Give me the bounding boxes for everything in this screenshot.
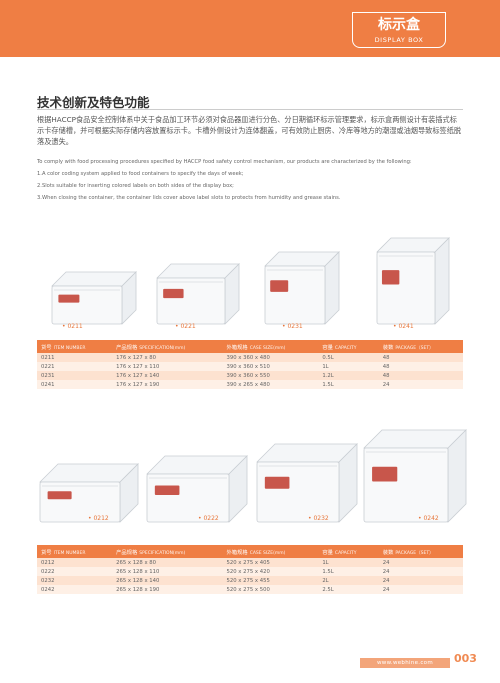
table-cell: 24 xyxy=(378,380,463,389)
spec-table-1: 货号 ITEM NUMBER 产品规格 SPECIFICATION(mm) 外箱规格 CA… xyxy=(37,340,463,389)
table-cell: 2.5L xyxy=(318,585,379,594)
intro-english-line: 1.A color coding system applied to food … xyxy=(37,171,244,177)
table-cell: 176 x 127 x 110 xyxy=(112,362,223,371)
category-badge: 标示盒 DISPLAY BOX xyxy=(352,12,446,48)
table-cell: 176 x 127 x 190 xyxy=(112,380,223,389)
table-row: 0231 176 x 127 x 140 390 x 360 x 550 1.2L 48 xyxy=(37,371,463,380)
badge-title-en: DISPLAY BOX xyxy=(374,36,424,44)
table-cell: 24 xyxy=(378,567,463,576)
table-cell: 0212 xyxy=(37,558,113,567)
product-code-label: • 0242 xyxy=(418,515,439,522)
table-row: 0221 176 x 127 x 110 390 x 360 x 510 1L 48 xyxy=(37,362,463,371)
table-cell: 24 xyxy=(378,576,463,585)
table-cell: 0.5L xyxy=(318,353,379,362)
container-image xyxy=(376,237,450,325)
table-row: 0241 176 x 127 x 190 390 x 265 x 480 1.5L 24 xyxy=(37,380,463,389)
table-cell: 520 x 275 x 455 xyxy=(222,576,319,585)
column-header: 装数 PACKAGE（SET） xyxy=(378,545,463,558)
table-cell: 0211 xyxy=(37,353,113,362)
column-header: 产品规格 SPECIFICATION(mm) xyxy=(112,340,223,353)
table-cell: 1L xyxy=(318,558,379,567)
table-cell: 265 x 128 x 110 xyxy=(112,567,223,576)
container-image xyxy=(264,251,340,325)
table-cell: 520 x 275 x 405 xyxy=(222,558,319,567)
table-header-row: 货号 ITEM NUMBER 产品规格 SPECIFICATION(mm) 外箱规格 CA… xyxy=(37,340,463,353)
table-cell: 265 x 128 x 140 xyxy=(112,576,223,585)
table-cell: 265 x 128 x 80 xyxy=(112,558,223,567)
product-code-label: • 0221 xyxy=(175,323,196,330)
table-row: 0211 176 x 127 x 80 390 x 360 x 480 0.5L 48 xyxy=(37,353,463,362)
column-header: 装数 PACKAGE（SET） xyxy=(378,340,463,353)
table-cell: 1.5L xyxy=(318,567,379,576)
table-cell: 1.5L xyxy=(318,380,379,389)
table-cell: 48 xyxy=(378,371,463,380)
table-cell: 24 xyxy=(378,585,463,594)
table-cell: 265 x 128 x 190 xyxy=(112,585,223,594)
column-header: 容量 CAPACITY xyxy=(318,545,379,558)
table-row: 0232 265 x 128 x 140 520 x 275 x 455 2L 24 xyxy=(37,576,463,585)
table-cell: 48 xyxy=(378,362,463,371)
product-code-label: • 0212 xyxy=(88,515,109,522)
container-image xyxy=(363,429,467,523)
column-header: 产品规格 SPECIFICATION(mm) xyxy=(112,545,223,558)
table-cell: 24 xyxy=(378,558,463,567)
container-image xyxy=(156,263,240,325)
product-code-label: • 0231 xyxy=(282,323,303,330)
container-image xyxy=(256,443,358,523)
table-row: 0222 265 x 128 x 110 520 x 275 x 420 1.5L 24 xyxy=(37,567,463,576)
table-cell: 0232 xyxy=(37,576,113,585)
table-row: 0242 265 x 128 x 190 520 x 275 x 500 2.5L 24 xyxy=(37,585,463,594)
product-code-label: • 0241 xyxy=(393,323,414,330)
table-cell: 0242 xyxy=(37,585,113,594)
table-cell: 0231 xyxy=(37,371,113,380)
product-code-label: • 0232 xyxy=(308,515,329,522)
table-cell: 2L xyxy=(318,576,379,585)
table-cell: 0241 xyxy=(37,380,113,389)
table-cell: 1L xyxy=(318,362,379,371)
container-image xyxy=(146,455,248,523)
column-header: 货号 ITEM NUMBER xyxy=(37,545,113,558)
table-cell: 390 x 360 x 480 xyxy=(222,353,319,362)
table-cell: 390 x 360 x 550 xyxy=(222,371,319,380)
intro-english-line: 3.When closing the container, the contai… xyxy=(37,195,341,201)
product-code-label: • 0222 xyxy=(198,515,219,522)
heading-divider xyxy=(37,109,463,110)
footer-url: www.webhine.com xyxy=(360,658,450,668)
column-header: 外箱规格 CASE SIZE(mm) xyxy=(222,545,319,558)
intro-chinese: 根据HACCP食品安全控制体系中关于食品加工环节必须对食品器皿进行分色、分日期循… xyxy=(37,115,462,146)
table-cell: 176 x 127 x 80 xyxy=(112,353,223,362)
container-image xyxy=(51,271,137,325)
table-cell: 0222 xyxy=(37,567,113,576)
table-cell: 0221 xyxy=(37,362,113,371)
table-cell: 48 xyxy=(378,353,463,362)
table-cell: 176 x 127 x 140 xyxy=(112,371,223,380)
product-code-label: • 0211 xyxy=(62,323,83,330)
table-cell: 520 x 275 x 420 xyxy=(222,567,319,576)
column-header: 外箱规格 CASE SIZE(mm) xyxy=(222,340,319,353)
badge-title-cn: 标示盒 xyxy=(378,17,420,33)
page-number: 003 xyxy=(454,652,477,665)
table-row: 0212 265 x 128 x 80 520 x 275 x 405 1L 24 xyxy=(37,558,463,567)
table-cell: 1.2L xyxy=(318,371,379,380)
column-header: 货号 ITEM NUMBER xyxy=(37,340,113,353)
spec-table-2: 货号 ITEM NUMBER 产品规格 SPECIFICATION(mm) 外箱规格 CA… xyxy=(37,545,463,594)
intro-english-line: 2.Slots suitable for inserting colored l… xyxy=(37,183,234,189)
intro-english-line: To comply with food processing procedure… xyxy=(37,159,412,165)
table-cell: 390 x 360 x 510 xyxy=(222,362,319,371)
table-header-row: 货号 ITEM NUMBER 产品规格 SPECIFICATION(mm) 外箱规格 CA… xyxy=(37,545,463,558)
table-cell: 390 x 265 x 480 xyxy=(222,380,319,389)
table-cell: 520 x 275 x 500 xyxy=(222,585,319,594)
column-header: 容量 CAPACITY xyxy=(318,340,379,353)
